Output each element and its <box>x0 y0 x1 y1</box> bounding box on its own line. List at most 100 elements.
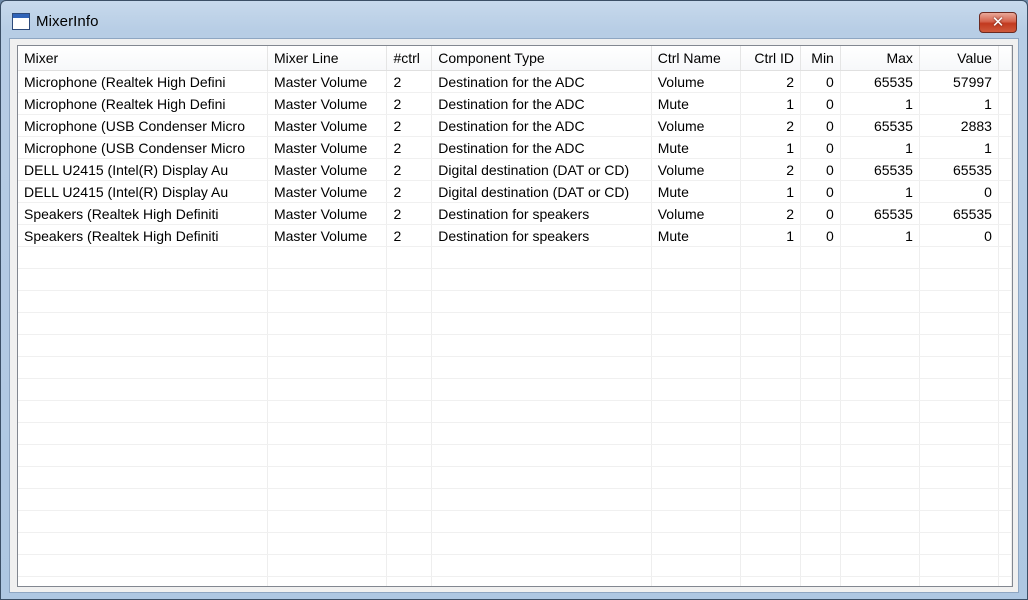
table-cell: Master Volume <box>267 114 388 137</box>
empty-cell <box>651 246 742 269</box>
empty-cell <box>800 334 841 357</box>
mixer-list-view[interactable]: Mixer Mixer Line #ctrl Component Type Ctrl N… <box>17 45 1013 587</box>
table-cell: 2 <box>740 114 801 137</box>
table-cell: 0 <box>800 158 841 181</box>
empty-cell <box>18 400 268 423</box>
empty-cell <box>386 466 433 489</box>
table-cell: 2 <box>386 114 433 137</box>
empty-cell <box>386 422 433 445</box>
table-row[interactable]: Microphone (Realtek High Defini Master Vo… <box>18 70 1012 93</box>
column-header-max[interactable]: Max <box>840 46 920 71</box>
table-row[interactable]: Speakers (Realtek High Definiti Master Vo… <box>18 202 1012 225</box>
empty-row <box>18 246 1012 269</box>
empty-cell <box>800 290 841 313</box>
table-cell: 1 <box>840 92 920 115</box>
empty-cell <box>18 576 268 586</box>
column-header-mixer[interactable]: Mixer <box>18 46 268 71</box>
table-cell: Mute <box>651 136 742 159</box>
empty-cell <box>840 334 920 357</box>
table-body: Microphone (Realtek High Defini Master Vo… <box>18 70 1012 586</box>
table-row[interactable]: Speakers (Realtek High Definiti Master Vo… <box>18 224 1012 247</box>
empty-cell <box>740 356 801 379</box>
filler-cell <box>998 114 1012 137</box>
empty-cell <box>919 268 999 291</box>
empty-cell <box>651 290 742 313</box>
empty-cell <box>998 290 1012 313</box>
empty-cell <box>919 444 999 467</box>
empty-cell <box>386 334 433 357</box>
empty-cell <box>267 444 388 467</box>
empty-cell <box>919 378 999 401</box>
empty-cell <box>800 356 841 379</box>
table-cell: Microphone (USB Condenser Micro <box>18 136 268 159</box>
empty-cell <box>800 422 841 445</box>
column-header-min[interactable]: Min <box>800 46 841 71</box>
empty-cell <box>386 378 433 401</box>
empty-cell <box>800 488 841 511</box>
table-cell: 0 <box>800 224 841 247</box>
empty-cell <box>740 378 801 401</box>
table-row[interactable]: Microphone (Realtek High Defini Master Vo… <box>18 92 1012 115</box>
empty-row <box>18 400 1012 423</box>
empty-cell <box>18 290 268 313</box>
mixer-table: Mixer Mixer Line #ctrl Component Type Ctrl N… <box>18 46 1012 586</box>
table-cell: Digital destination (DAT or CD) <box>431 180 652 203</box>
empty-cell <box>431 466 652 489</box>
empty-cell <box>386 290 433 313</box>
column-header-ctrl-name[interactable]: Ctrl Name <box>651 46 742 71</box>
table-cell: 0 <box>800 202 841 225</box>
table-cell: Mute <box>651 92 742 115</box>
empty-cell <box>651 334 742 357</box>
empty-cell <box>919 400 999 423</box>
column-header-ctrl[interactable]: #ctrl <box>386 46 433 71</box>
table-cell: 1 <box>919 136 999 159</box>
column-header-value[interactable]: Value <box>919 46 999 71</box>
empty-cell <box>651 378 742 401</box>
empty-cell <box>998 554 1012 577</box>
column-header-ctrl-id[interactable]: Ctrl ID <box>740 46 801 71</box>
title-bar[interactable]: MixerInfo ✕ <box>1 1 1027 39</box>
column-header-component-type[interactable]: Component Type <box>431 46 652 71</box>
table-cell: 1 <box>740 92 801 115</box>
table-cell: 2 <box>386 224 433 247</box>
empty-cell <box>386 532 433 555</box>
empty-cell <box>18 246 268 269</box>
empty-cell <box>998 400 1012 423</box>
table-row[interactable]: DELL U2415 (Intel(R) Display Au Master Vo… <box>18 158 1012 181</box>
empty-cell <box>998 488 1012 511</box>
table-row[interactable]: DELL U2415 (Intel(R) Display Au Master Vo… <box>18 180 1012 203</box>
empty-cell <box>800 554 841 577</box>
table-cell: 1 <box>740 136 801 159</box>
table-cell: 1 <box>840 224 920 247</box>
empty-cell <box>800 532 841 555</box>
close-button[interactable]: ✕ <box>979 12 1017 33</box>
table-cell: 65535 <box>840 158 920 181</box>
table-cell: Destination for the ADC <box>431 92 652 115</box>
table-cell: Volume <box>651 70 742 93</box>
empty-cell <box>267 246 388 269</box>
empty-cell <box>267 290 388 313</box>
empty-row <box>18 312 1012 335</box>
table-cell: 2 <box>386 136 433 159</box>
table-cell: Master Volume <box>267 202 388 225</box>
column-header-mixer-line[interactable]: Mixer Line <box>267 46 388 71</box>
empty-cell <box>998 532 1012 555</box>
close-icon: ✕ <box>991 13 1005 31</box>
table-row[interactable]: Microphone (USB Condenser Micro Master Vo… <box>18 136 1012 159</box>
filler-cell <box>998 202 1012 225</box>
empty-cell <box>267 334 388 357</box>
empty-cell <box>919 576 999 586</box>
empty-cell <box>740 488 801 511</box>
empty-cell <box>431 576 652 586</box>
empty-cell <box>998 334 1012 357</box>
empty-cell <box>919 334 999 357</box>
table-cell: 65535 <box>919 158 999 181</box>
table-cell: 65535 <box>840 70 920 93</box>
table-row[interactable]: Microphone (USB Condenser Micro Master Vo… <box>18 114 1012 137</box>
table-cell: 0 <box>800 92 841 115</box>
table-cell: Destination for speakers <box>431 202 652 225</box>
empty-cell <box>267 576 388 586</box>
empty-cell <box>998 466 1012 489</box>
filler-cell <box>998 136 1012 159</box>
table-cell: Destination for the ADC <box>431 136 652 159</box>
